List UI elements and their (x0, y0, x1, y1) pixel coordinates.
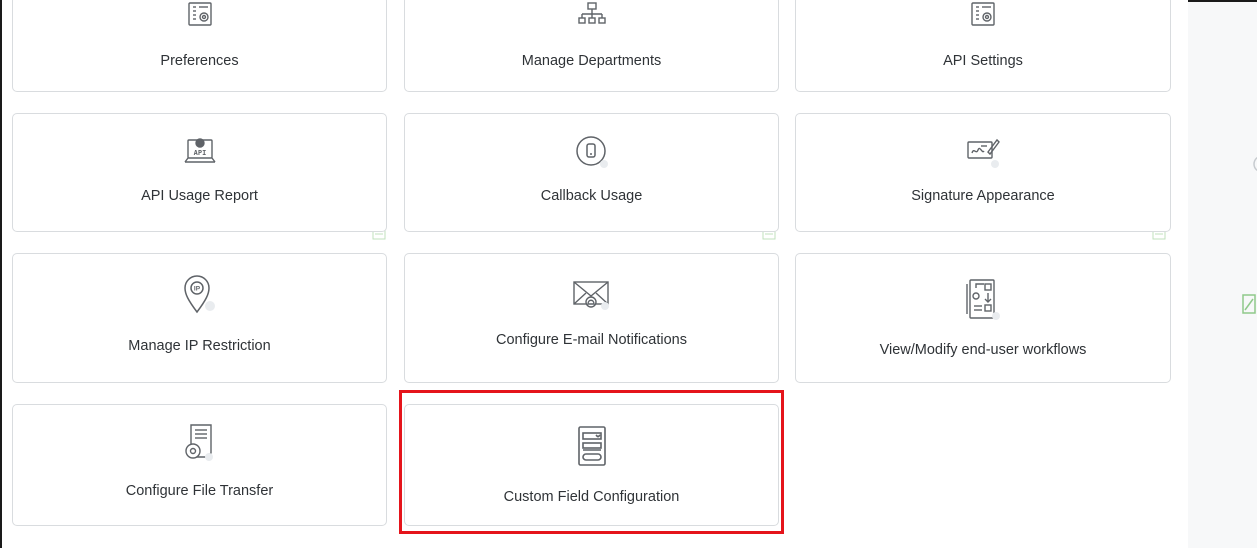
card-manage-ip-restriction[interactable]: IP Manage IP Restriction (12, 253, 387, 383)
card-manage-departments[interactable]: Manage Departments (404, 0, 779, 92)
card-label: Configure File Transfer (125, 483, 274, 499)
api-laptop-icon: API (183, 134, 217, 168)
file-gear-icon (183, 423, 217, 463)
card-configure-file-transfer[interactable]: Configure File Transfer (12, 404, 387, 526)
card-label: Configure E-mail Notifications (496, 332, 687, 348)
settings-form-icon (186, 1, 214, 29)
card-label: API Usage Report (141, 188, 258, 204)
card-custom-field-configuration[interactable]: Custom Field Configuration (404, 404, 779, 526)
card-preferences[interactable]: Preferences (12, 0, 387, 92)
card-configure-email-notifications[interactable]: Configure E-mail Notifications (404, 253, 779, 383)
workflow-document-icon (964, 276, 1002, 322)
card-label: Signature Appearance (911, 188, 1055, 204)
org-chart-icon (577, 1, 607, 29)
svg-text:IP: IP (193, 286, 200, 293)
card-label: API Settings (943, 53, 1023, 69)
card-label: Custom Field Configuration (503, 489, 680, 505)
card-label: View/Modify end-user workflows (879, 342, 1087, 358)
card-api-usage-report[interactable]: API API Usage Report (12, 113, 387, 232)
card-label: Callback Usage (540, 188, 643, 204)
envelope-bell-icon (572, 278, 612, 312)
card-label: Manage Departments (521, 53, 662, 69)
settings-form-icon (969, 1, 997, 29)
card-api-settings[interactable]: API Settings (795, 0, 1171, 92)
card-signature-appearance[interactable]: Signature Appearance (795, 113, 1171, 232)
phone-circle-icon (574, 134, 610, 170)
svg-text:API: API (193, 149, 206, 157)
card-view-modify-end-user-workflows[interactable]: View/Modify end-user workflows (795, 253, 1171, 383)
right-side-panel (1188, 2, 1257, 548)
ip-location-pin-icon: IP (182, 274, 218, 318)
signature-pen-icon (965, 136, 1001, 168)
edge-circle-icon (1253, 156, 1257, 172)
card-label: Preferences (160, 53, 239, 69)
card-callback-usage[interactable]: Callback Usage (404, 113, 779, 232)
edge-edit-icon (1242, 294, 1256, 314)
card-label: Manage IP Restriction (128, 338, 271, 354)
screenshot-border-left (0, 0, 2, 548)
form-fields-icon (577, 425, 607, 467)
